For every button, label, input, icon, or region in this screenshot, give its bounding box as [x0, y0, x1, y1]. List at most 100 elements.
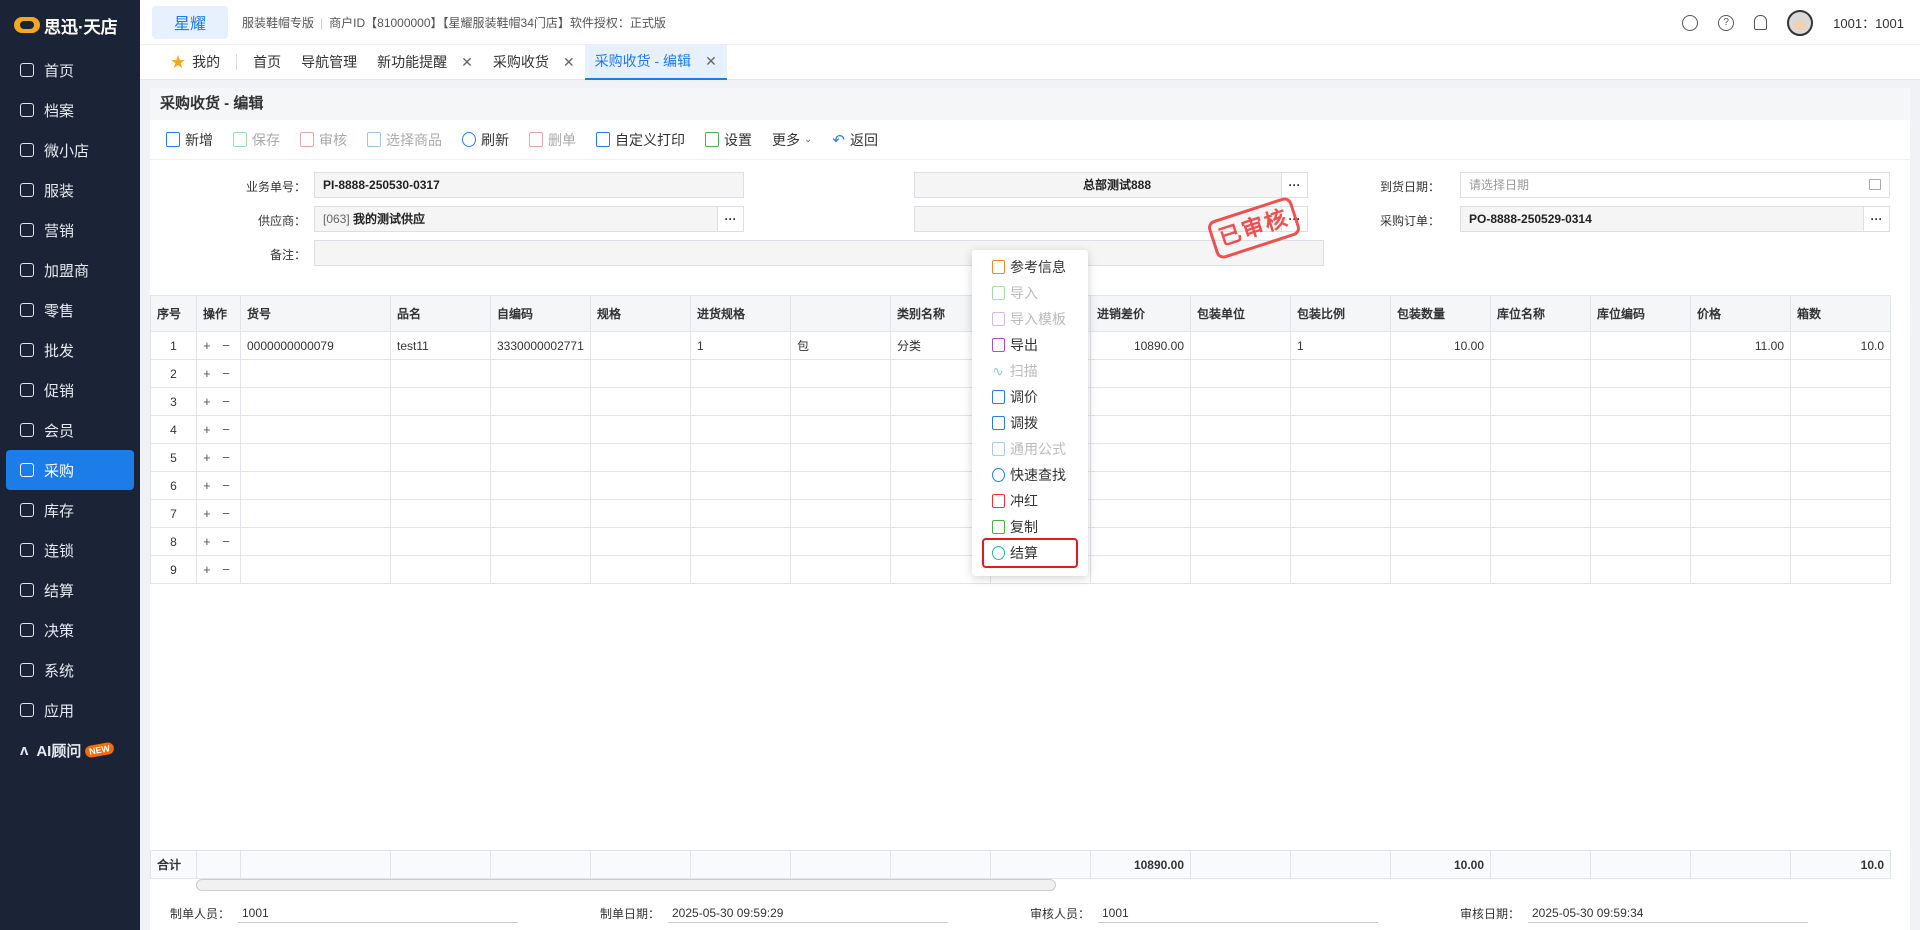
empty-cell[interactable] [690, 443, 791, 472]
empty-cell[interactable] [1790, 415, 1891, 444]
empty-cell[interactable] [690, 527, 791, 556]
column-header[interactable]: 库位编码 [1590, 295, 1691, 332]
empty-cell[interactable] [390, 359, 491, 388]
save-button[interactable]: 保存 [233, 130, 280, 150]
arrival-date-field[interactable]: 请选择日期 [1460, 172, 1890, 198]
remark-field[interactable] [314, 240, 1324, 266]
row-ops[interactable]: + − [196, 443, 241, 472]
empty-cell[interactable] [1090, 443, 1191, 472]
empty-cell[interactable] [1790, 555, 1891, 584]
empty-cell[interactable] [1090, 527, 1191, 556]
sidebar-item-8[interactable]: 促销 [0, 370, 140, 410]
tab-new-features[interactable]: 新功能提醒 ✕ [367, 45, 483, 80]
cell-pack-ratio[interactable]: 1 [1290, 331, 1391, 360]
cell-name[interactable]: test11 [390, 331, 491, 360]
empty-cell[interactable] [1290, 359, 1391, 388]
column-header[interactable]: 操作 [196, 295, 241, 332]
settings-button[interactable]: 设置 [705, 130, 752, 150]
empty-cell[interactable] [240, 415, 391, 444]
sidebar-item-10[interactable]: 采购 [6, 450, 134, 490]
cell-pack-qty[interactable]: 10.00 [1390, 331, 1491, 360]
empty-cell[interactable] [240, 555, 391, 584]
empty-cell[interactable] [390, 555, 491, 584]
empty-cell[interactable] [590, 499, 691, 528]
empty-cell[interactable] [1090, 359, 1191, 388]
empty-cell[interactable] [1590, 443, 1691, 472]
empty-cell[interactable] [240, 499, 391, 528]
menu-item-scan[interactable]: ∿ 扫描 [972, 358, 1088, 384]
tab-purchase-receive[interactable]: 采购收货 ✕ [483, 45, 585, 80]
cell-pack-unit[interactable] [1190, 331, 1291, 360]
empty-cell[interactable] [1290, 527, 1391, 556]
empty-cell[interactable] [690, 415, 791, 444]
sidebar-item-ai-advisor[interactable]: ʌ AI顾问 NEW [0, 730, 140, 770]
row-ops[interactable]: + − [196, 359, 241, 388]
empty-cell[interactable] [790, 359, 891, 388]
empty-cell[interactable] [590, 471, 691, 500]
warehouse-field[interactable]: 总部测试888 ··· [914, 172, 1308, 198]
column-header[interactable]: 规格 [590, 295, 691, 332]
column-header[interactable]: 品名 [390, 295, 491, 332]
empty-cell[interactable] [1590, 527, 1691, 556]
close-icon[interactable]: ✕ [705, 53, 717, 70]
empty-cell[interactable] [1490, 471, 1591, 500]
empty-cell[interactable] [1090, 387, 1191, 416]
tab-nav-manage[interactable]: 导航管理 [291, 45, 367, 80]
more-button[interactable]: 更多 ⌄ [772, 130, 812, 150]
empty-cell[interactable] [1690, 499, 1791, 528]
bell-icon[interactable] [1754, 15, 1768, 30]
empty-cell[interactable] [240, 443, 391, 472]
brand-tab[interactable]: 星耀 [152, 5, 228, 39]
empty-cell[interactable] [1190, 415, 1291, 444]
empty-cell[interactable] [1290, 387, 1391, 416]
sidebar-item-15[interactable]: 系统 [0, 650, 140, 690]
empty-cell[interactable] [1190, 387, 1291, 416]
cell-spec[interactable] [590, 331, 691, 360]
search-icon[interactable] [1682, 14, 1699, 31]
empty-cell[interactable] [390, 415, 491, 444]
row-ops[interactable]: + − [196, 471, 241, 500]
empty-cell[interactable] [1790, 527, 1891, 556]
empty-cell[interactable] [1690, 443, 1791, 472]
empty-cell[interactable] [690, 499, 791, 528]
column-header[interactable]: 包装比例 [1290, 295, 1391, 332]
empty-cell[interactable] [790, 443, 891, 472]
cell-diff[interactable]: 10890.00 [1090, 331, 1191, 360]
empty-cell[interactable] [1290, 471, 1391, 500]
sidebar-item-7[interactable]: 批发 [0, 330, 140, 370]
empty-cell[interactable] [1790, 471, 1891, 500]
sidebar-item-16[interactable]: 应用 [0, 690, 140, 730]
sidebar-item-14[interactable]: 决策 [0, 610, 140, 650]
new-button[interactable]: 新增 [166, 130, 213, 150]
column-header[interactable]: 包装数量 [1390, 295, 1491, 332]
empty-cell[interactable] [390, 499, 491, 528]
avatar[interactable] [1787, 9, 1814, 36]
empty-cell[interactable] [790, 527, 891, 556]
more-dots-button[interactable]: ··· [717, 207, 743, 231]
refresh-button[interactable]: 刷新 [462, 130, 509, 150]
empty-cell[interactable] [1690, 555, 1791, 584]
empty-cell[interactable] [1690, 471, 1791, 500]
empty-cell[interactable] [1190, 555, 1291, 584]
menu-item-formula[interactable]: 通用公式 [972, 436, 1088, 462]
delete-button[interactable]: 删单 [529, 130, 576, 150]
empty-cell[interactable] [1590, 555, 1691, 584]
empty-cell[interactable] [1290, 499, 1391, 528]
column-header[interactable]: 进销差价 [1090, 295, 1191, 332]
empty-cell[interactable] [790, 499, 891, 528]
empty-cell[interactable] [1490, 443, 1591, 472]
empty-cell[interactable] [1390, 527, 1491, 556]
select-goods-button[interactable]: 选择商品 [367, 130, 442, 150]
empty-cell[interactable] [1390, 471, 1491, 500]
order-no-field[interactable]: PI-8888-250530-0317 [314, 172, 744, 198]
row-ops[interactable]: + − [196, 387, 241, 416]
sidebar-item-3[interactable]: 服装 [0, 170, 140, 210]
empty-cell[interactable] [390, 471, 491, 500]
menu-item-reverse[interactable]: 冲红 [972, 488, 1088, 514]
menu-item-reference-info[interactable]: 参考信息 [972, 254, 1088, 280]
custom-print-button[interactable]: 自定义打印 [596, 130, 685, 150]
empty-cell[interactable] [1790, 443, 1891, 472]
empty-cell[interactable] [1390, 415, 1491, 444]
empty-cell[interactable] [490, 527, 591, 556]
empty-cell[interactable] [590, 387, 691, 416]
